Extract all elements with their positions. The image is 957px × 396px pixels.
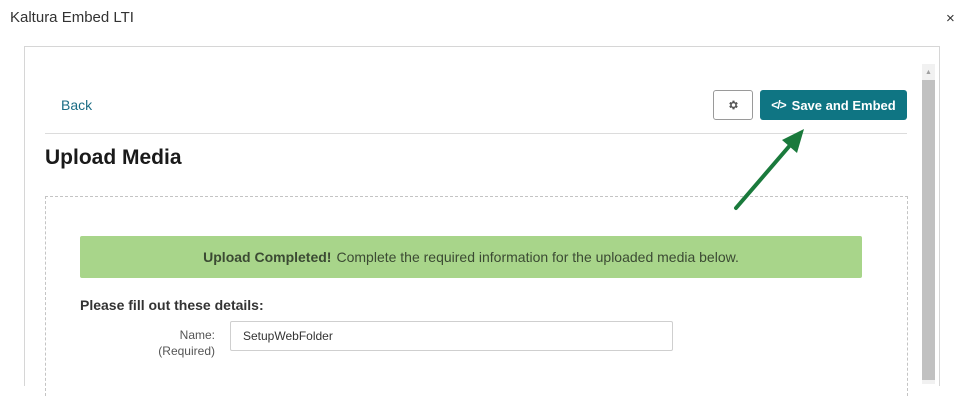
- code-icon: </>: [771, 98, 786, 112]
- header-divider: [45, 133, 907, 134]
- upload-completed-alert: Upload Completed! Complete the required …: [80, 236, 862, 278]
- modal-title: Kaltura Embed LTI: [10, 9, 134, 26]
- name-field-label: Name: (Required): [120, 327, 215, 359]
- page-title: Upload Media: [45, 146, 182, 169]
- save-and-embed-label: Save and Embed: [791, 97, 896, 113]
- form-heading: Please fill out these details:: [80, 297, 264, 313]
- back-link[interactable]: Back: [61, 97, 92, 113]
- name-input[interactable]: [230, 321, 673, 351]
- alert-message: Complete the required information for th…: [336, 249, 739, 265]
- save-and-embed-button[interactable]: </> Save and Embed: [760, 90, 907, 120]
- settings-button[interactable]: [713, 90, 753, 120]
- upload-area: [45, 196, 908, 396]
- name-label-text: Name:: [179, 328, 215, 342]
- name-required-text: (Required): [158, 344, 215, 358]
- alert-strong-text: Upload Completed!: [203, 249, 332, 265]
- close-icon[interactable]: ×: [946, 10, 955, 27]
- gear-icon: [729, 100, 738, 110]
- scrollbar-thumb[interactable]: [922, 80, 935, 380]
- scroll-up-arrow-icon[interactable]: ▲: [922, 66, 935, 78]
